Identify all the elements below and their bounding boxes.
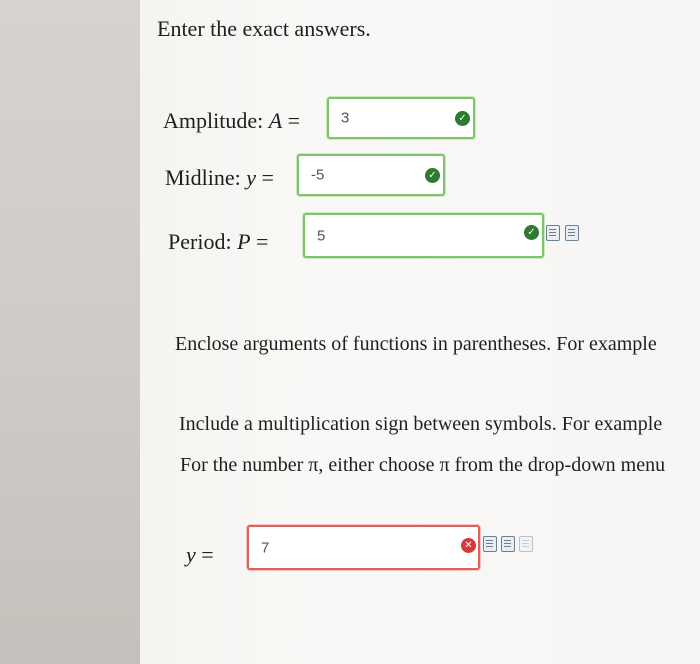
formula-editor-icon[interactable] [546,225,560,241]
period-label-text: Period: [168,229,238,254]
amplitude-equals: = [282,108,301,133]
amplitude-label-text: Amplitude: [163,108,269,133]
midline-value: -5 [311,166,325,184]
instructions-heading: Enter the exact answers. [157,16,371,41]
blank-page-icon[interactable] [519,536,533,552]
midline-variable: y [246,165,257,190]
check-circle-icon: ✓ [524,225,539,240]
sigma-palette-icon[interactable] [565,225,579,241]
period-label: Period: P = [168,229,268,255]
period-variable: P [237,229,251,254]
amplitude-value: 3 [341,109,350,127]
equation-value: 7 [261,539,270,556]
equation-input[interactable]: 7 [247,525,480,570]
period-equals: = [250,229,269,254]
note-multiplication: Include a multiplication sign between sy… [179,413,663,435]
period-value: 5 [317,227,326,244]
period-input[interactable]: 5 [303,213,544,258]
midline-label-text: Midline: [165,165,247,190]
left-margin [0,0,140,664]
midline-input[interactable]: -5 [297,154,445,196]
note-pi: For the number π, either choose π from t… [180,454,666,476]
amplitude-input[interactable]: 3 [327,97,475,139]
equation-variable: y [186,542,196,567]
check-circle-icon: ✓ [425,168,440,183]
formula-editor-icon[interactable] [483,536,497,552]
midline-equals: = [256,165,274,190]
amplitude-label: Amplitude: A = [163,108,300,134]
note-functions: Enclose arguments of functions in parent… [175,333,657,355]
x-circle-icon: ✕ [461,538,476,553]
midline-label: Midline: y = [165,165,274,191]
equation-label: y = [186,542,214,568]
amplitude-variable: A [268,108,283,133]
check-circle-icon: ✓ [455,111,470,126]
equation-equals: = [195,542,214,567]
sigma-palette-icon[interactable] [501,536,515,552]
